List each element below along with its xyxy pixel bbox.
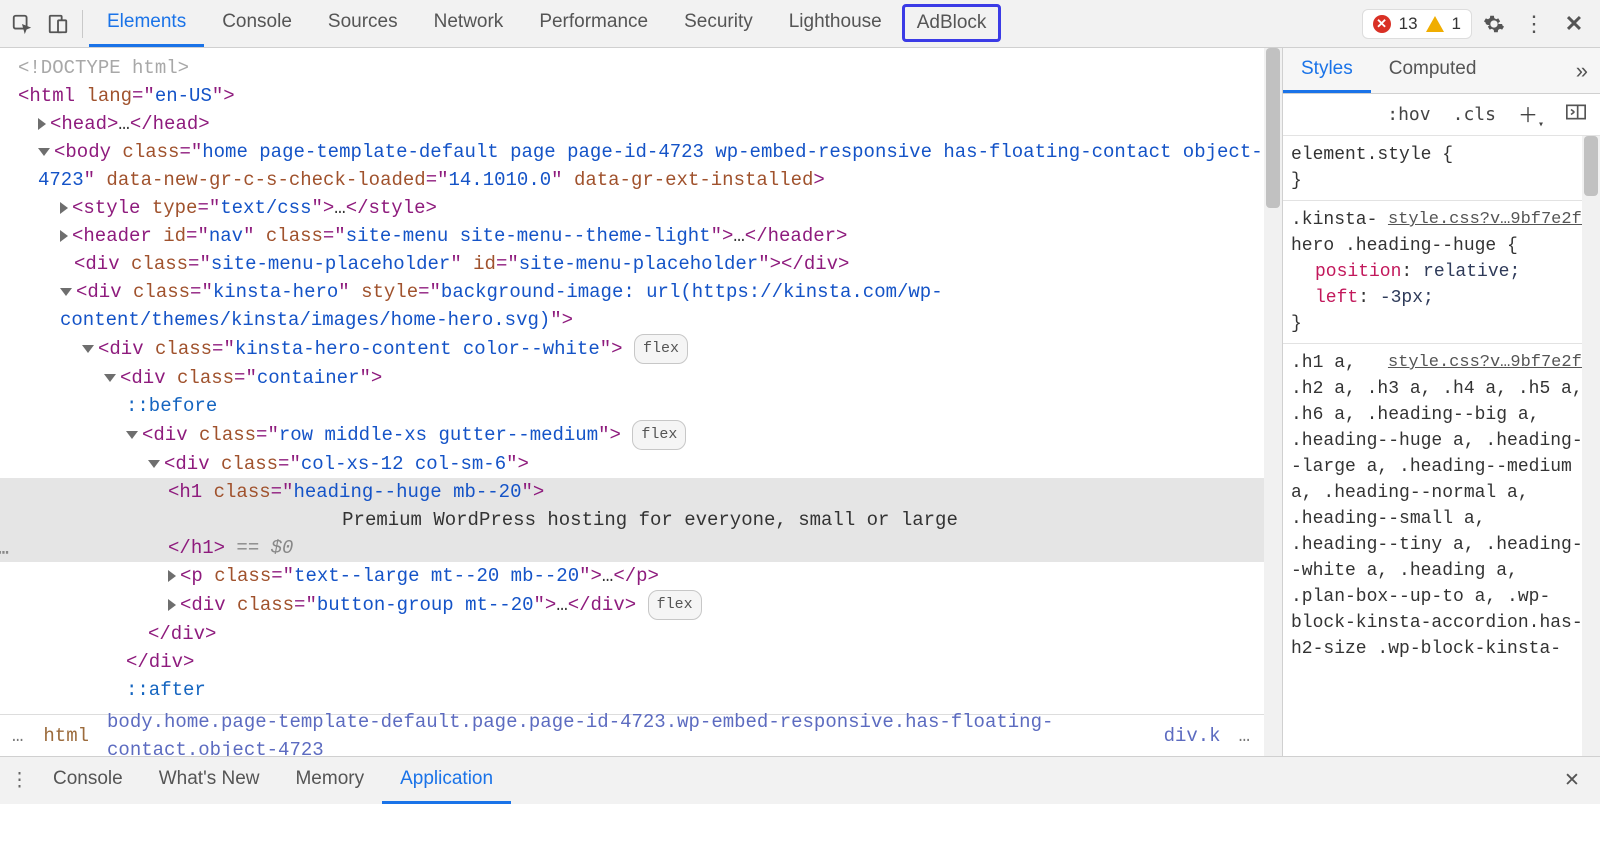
styles-rules[interactable]: element.style { } style.css?v…9bf7e2f… .… [1283, 136, 1600, 756]
tab-console[interactable]: Console [204, 0, 310, 47]
toggle-pane-icon[interactable] [1560, 102, 1592, 127]
collapse-icon[interactable] [148, 460, 160, 468]
dom-close-div[interactable]: </div> [18, 620, 1282, 648]
drawer-tab-console[interactable]: Console [35, 757, 141, 804]
dom-button-group[interactable]: <div class="button-group mt--20">…</div>… [18, 590, 1282, 620]
scroll-thumb[interactable] [1584, 136, 1598, 196]
tab-styles[interactable]: Styles [1283, 48, 1371, 93]
dom-tree-pane[interactable]: ⋯ <!DOCTYPE html> <html lang="en-US"> <h… [0, 48, 1282, 756]
dom-style[interactable]: <style type="text/css">…</style> [18, 194, 1282, 222]
dom-scrollbar[interactable] [1264, 48, 1282, 756]
styles-toolbar: :hov .cls ＋▾ [1283, 94, 1600, 136]
scroll-thumb[interactable] [1266, 48, 1280, 208]
styles-scrollbar[interactable] [1582, 136, 1600, 756]
rule-separator [1283, 343, 1600, 344]
breadcrumb-overflow[interactable]: … [1239, 722, 1252, 750]
dom-site-menu-placeholder[interactable]: <div class="site-menu-placeholder" id="s… [18, 250, 1282, 278]
dom-before[interactable]: ::before [18, 392, 1282, 420]
tab-performance[interactable]: Performance [521, 0, 666, 47]
dom-after[interactable]: ::after [18, 676, 1282, 704]
tab-sources[interactable]: Sources [310, 0, 416, 47]
dom-col[interactable]: <div class="col-xs-12 col-sm-6"> [18, 450, 1282, 478]
drawer-tab-application[interactable]: Application [382, 757, 511, 804]
dom-container[interactable]: <div class="container"> [18, 364, 1282, 392]
styles-pane: Styles Computed » :hov .cls ＋▾ element.s… [1282, 48, 1600, 756]
sidebar-tabs: Styles Computed » [1283, 48, 1600, 94]
dom-p[interactable]: <p class="text--large mt--20 mb--20">…</… [18, 562, 1282, 590]
tab-adblock[interactable]: AdBlock [902, 4, 1002, 42]
source-link[interactable]: style.css?v…9bf7e2f… [1388, 350, 1592, 376]
dollar-zero-hint: == $0 [225, 537, 293, 559]
expand-icon[interactable] [168, 570, 176, 582]
crumb-div[interactable]: div.k [1164, 722, 1221, 750]
tab-computed[interactable]: Computed [1371, 48, 1495, 93]
flex-badge[interactable]: flex [648, 590, 702, 620]
dom-doctype[interactable]: <!DOCTYPE html> [18, 54, 1282, 82]
error-icon: ✕ [1373, 15, 1391, 33]
expand-icon[interactable] [60, 230, 68, 242]
error-count: 13 [1399, 14, 1418, 34]
main-tabs: Elements Console Sources Network Perform… [89, 0, 1003, 47]
flex-badge[interactable]: flex [634, 334, 688, 364]
new-rule-button[interactable]: ＋▾ [1512, 97, 1550, 132]
divider [82, 10, 83, 38]
rule-element-style[interactable]: element.style { [1291, 142, 1592, 168]
breadcrumb[interactable]: … html body.home.page-template-default.p… [0, 714, 1264, 756]
topbar-right: ✕ 13 1 ⋮ ✕ [1362, 6, 1592, 42]
dom-head[interactable]: <head>…</head> [18, 110, 1282, 138]
drawer-tab-whatsnew[interactable]: What's New [141, 757, 278, 804]
rule-selector-long[interactable]: .h1 a, .h2 a, .h3 a, .h4 a, .h5 a, .h6 a… [1291, 350, 1592, 662]
gear-icon[interactable] [1476, 6, 1512, 42]
hov-toggle[interactable]: :hov [1381, 102, 1436, 127]
workspace: ⋯ <!DOCTYPE html> <html lang="en-US"> <h… [0, 48, 1600, 756]
dom-body-open[interactable]: <body class="home page-template-default … [18, 138, 1282, 194]
collapse-icon[interactable] [126, 431, 138, 439]
tab-network[interactable]: Network [416, 0, 522, 47]
dom-hero-content[interactable]: <div class="kinsta-hero-content color--w… [18, 334, 1282, 364]
issue-counter[interactable]: ✕ 13 1 [1362, 9, 1472, 39]
selection-gutter-icon: ⋯ [0, 540, 11, 568]
breadcrumb-overflow[interactable]: … [12, 722, 25, 750]
collapse-icon[interactable] [82, 345, 94, 353]
collapse-icon[interactable] [38, 148, 50, 156]
cls-toggle[interactable]: .cls [1447, 102, 1502, 127]
collapse-icon[interactable] [60, 288, 72, 296]
expand-icon[interactable] [168, 599, 176, 611]
tab-security[interactable]: Security [666, 0, 771, 47]
source-link[interactable]: style.css?v…9bf7e2f… [1388, 207, 1592, 233]
device-toolbar-icon[interactable] [40, 6, 76, 42]
collapse-icon[interactable] [104, 374, 116, 382]
kebab-menu-icon[interactable]: ⋮ [1516, 6, 1552, 42]
expand-icon[interactable] [38, 118, 46, 130]
warning-icon [1426, 16, 1444, 32]
flex-badge[interactable]: flex [632, 420, 686, 450]
drawer: ⋮ Console What's New Memory Application … [0, 756, 1600, 804]
tab-lighthouse[interactable]: Lighthouse [771, 0, 900, 47]
dom-header[interactable]: <header id="nav" class="site-menu site-m… [18, 222, 1282, 250]
dom-h1-text: Premium WordPress hosting for everyone, … [342, 509, 958, 531]
drawer-menu-icon[interactable]: ⋮ [10, 769, 35, 792]
more-tabs-icon[interactable]: » [1564, 58, 1600, 84]
dom-html-open[interactable]: <html lang="en-US"> [18, 82, 1282, 110]
dom-close-div[interactable]: </div> [18, 648, 1282, 676]
devtools-topbar: Elements Console Sources Network Perform… [0, 0, 1600, 48]
warning-count: 1 [1452, 14, 1461, 34]
expand-icon[interactable] [60, 202, 68, 214]
dom-row[interactable]: <div class="row middle-xs gutter--medium… [18, 420, 1282, 450]
inspect-element-icon[interactable] [4, 6, 40, 42]
rule-separator [1283, 200, 1600, 201]
dom-kinsta-hero[interactable]: <div class="kinsta-hero" style="backgrou… [18, 278, 1282, 334]
tab-elements[interactable]: Elements [89, 0, 204, 47]
crumb-body[interactable]: body.home.page-template-default.page.pag… [107, 708, 1146, 757]
drawer-close-icon[interactable]: ✕ [1554, 763, 1590, 799]
drawer-tab-memory[interactable]: Memory [277, 757, 382, 804]
css-declaration[interactable]: position: relative; [1291, 259, 1592, 285]
css-declaration[interactable]: left: -3px; [1291, 285, 1592, 311]
close-icon[interactable]: ✕ [1556, 6, 1592, 42]
dom-selected-node[interactable]: <h1 class="heading--huge mb--20"> Premiu… [0, 478, 1282, 562]
crumb-html[interactable]: html [43, 722, 89, 750]
